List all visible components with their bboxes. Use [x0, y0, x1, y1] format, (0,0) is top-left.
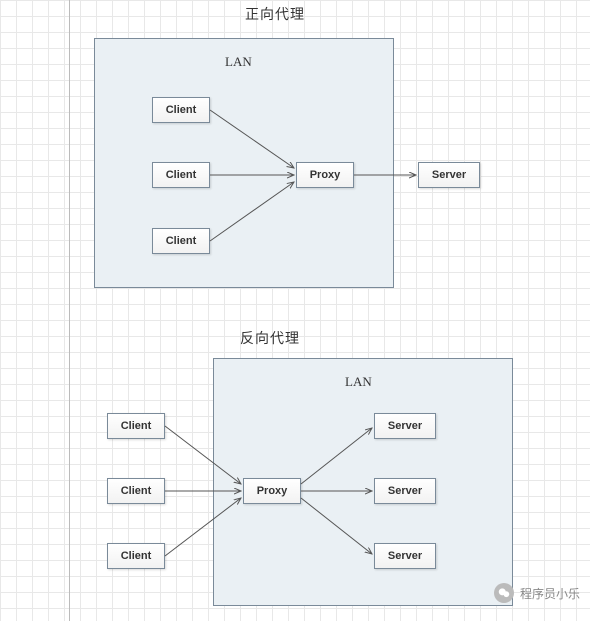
- watermark-text: 程序员小乐: [520, 585, 580, 602]
- margin-border: [0, 0, 70, 621]
- diagram2-lan-label: LAN: [345, 374, 372, 390]
- diagram2-server1: Server: [374, 413, 436, 439]
- watermark: 程序员小乐: [494, 583, 580, 603]
- diagram1-client3: Client: [152, 228, 210, 254]
- wechat-icon: [494, 583, 514, 603]
- diagram1-client2: Client: [152, 162, 210, 188]
- diagram1-title: 正向代理: [245, 4, 305, 24]
- diagram2-client3: Client: [107, 543, 165, 569]
- diagram2-client1: Client: [107, 413, 165, 439]
- diagram1-proxy: Proxy: [296, 162, 354, 188]
- diagram2-proxy: Proxy: [243, 478, 301, 504]
- diagram1-client1: Client: [152, 97, 210, 123]
- diagram1-lan-label: LAN: [225, 54, 252, 70]
- diagram2-title: 反向代理: [240, 328, 300, 348]
- diagram1-server: Server: [418, 162, 480, 188]
- diagram2-server3: Server: [374, 543, 436, 569]
- diagram2-server2: Server: [374, 478, 436, 504]
- diagram2-client2: Client: [107, 478, 165, 504]
